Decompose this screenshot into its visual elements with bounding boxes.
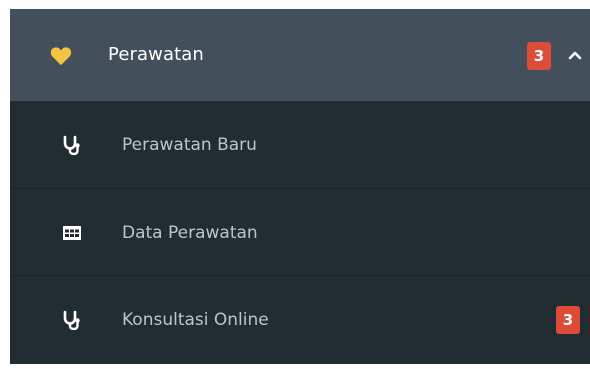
menu-perawatan-label: Perawatan <box>108 44 204 65</box>
notification-badge: 3 <box>556 306 580 334</box>
chevron-up-icon[interactable] <box>568 50 582 60</box>
heart-icon <box>50 47 72 66</box>
stethoscope-icon <box>63 310 80 330</box>
submenu-item-perawatan-baru[interactable]: Perawatan Baru <box>10 101 590 188</box>
submenu-item-konsultasi-online[interactable]: Konsultasi Online 3 <box>10 275 590 363</box>
sidebar-menu: Perawatan 3 Perawatan Baru Data Perawata… <box>10 9 590 364</box>
submenu-item-label: Perawatan Baru <box>122 135 257 155</box>
submenu-item-label: Konsultasi Online <box>122 310 269 330</box>
submenu-item-data-perawatan[interactable]: Data Perawatan <box>10 188 590 276</box>
submenu-item-label: Data Perawatan <box>122 223 258 243</box>
table-icon <box>63 226 81 240</box>
notification-badge: 3 <box>527 42 551 70</box>
stethoscope-icon <box>63 135 80 155</box>
menu-perawatan[interactable]: Perawatan 3 <box>10 9 590 101</box>
